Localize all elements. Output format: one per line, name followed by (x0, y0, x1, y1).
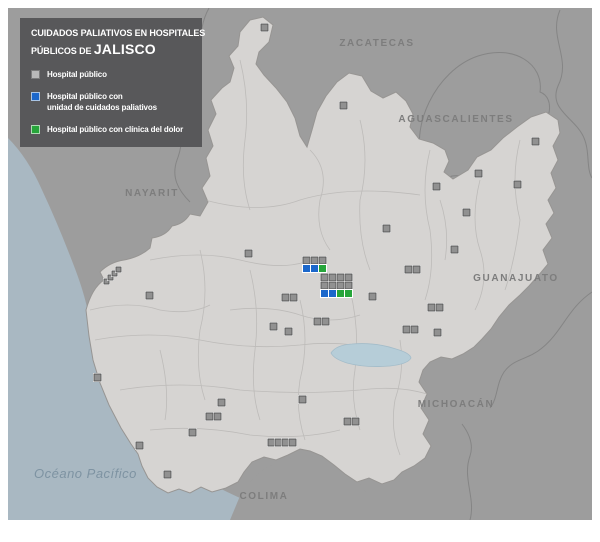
hospital-marker-public (383, 225, 390, 232)
legend-item-pain-clinic-label: Hospital público con clínica del dolor (47, 124, 183, 136)
hospital-marker-public (289, 439, 296, 446)
hospital-marker-public (282, 294, 289, 301)
hospital-marker-public (322, 318, 329, 325)
hospital-marker-pain-clinic (319, 265, 326, 272)
map-title-line1: CUIDADOS PALIATIVOS EN HOSPITALES (31, 28, 205, 38)
state-label-colima: COLIMA (239, 491, 288, 502)
hospital-marker-public (514, 181, 521, 188)
hospital-marker-public (282, 439, 289, 446)
hospital-marker-public (245, 250, 252, 257)
hospital-marker-pain-clinic (337, 290, 344, 297)
hospital-marker-public (433, 183, 440, 190)
hospital-marker-public (136, 442, 143, 449)
legend-item-palliative-label: Hospital público con unidad de cuidados … (47, 91, 157, 114)
hospital-marker-public (403, 326, 410, 333)
hospital-marker-public (311, 257, 318, 264)
map-title-prefix: PÚBLICOS DE (31, 46, 94, 56)
hospital-marker-public (189, 429, 196, 436)
hospital-marker-public (285, 328, 292, 335)
hospital-marker-public (413, 266, 420, 273)
hospital-marker-public (340, 102, 347, 109)
state-label-nayarit: NAYARIT (125, 188, 179, 199)
hospital-marker-palliative (329, 290, 336, 297)
hospital-marker-public (319, 257, 326, 264)
hospital-marker-public (352, 418, 359, 425)
hospital-marker-public (275, 439, 282, 446)
hospital-marker-public (337, 274, 344, 281)
hospital-marker-public (329, 274, 336, 281)
hospital-marker-public (303, 257, 310, 264)
pain-clinic-swatch-icon (31, 125, 40, 134)
hospital-marker-public (337, 282, 344, 289)
hospital-marker-public (270, 323, 277, 330)
map-infographic: ZACATECAS AGUASCALIENTES NAYARIT GUANAJUATO… (0, 0, 600, 542)
legend-item-public-label: Hospital público (47, 69, 107, 81)
hospital-marker-palliative (311, 265, 318, 272)
state-label-aguascalientes: AGUASCALIENTES (398, 114, 513, 125)
legend-item-public: Hospital público (31, 69, 192, 81)
hospital-marker-public (94, 374, 101, 381)
hospital-marker-public (218, 399, 225, 406)
ocean-label: Océano Pacífico (34, 466, 137, 481)
hospital-marker-public (290, 294, 297, 301)
hospital-marker-public (345, 282, 352, 289)
legend-item-palliative-line2: unidad de cuidados paliativos (47, 103, 157, 112)
legend-item-palliative: Hospital público con unidad de cuidados … (31, 91, 192, 114)
hospital-marker-public (434, 329, 441, 336)
hospital-marker-pain-clinic (345, 290, 352, 297)
hospital-marker-public (463, 209, 470, 216)
map-title-state: JALISCO (94, 41, 156, 57)
hospital-marker-public (405, 266, 412, 273)
hospital-marker-public (451, 246, 458, 253)
hospital-marker-public (532, 138, 539, 145)
hospital-marker-public (344, 418, 351, 425)
state-label-michoacan: MICHOACÁN (418, 397, 495, 410)
hospital-marker-public (428, 304, 435, 311)
state-label-guanajuato: GUANAJUATO (473, 273, 559, 284)
hospital-marker-public (345, 274, 352, 281)
palliative-unit-swatch-icon (31, 92, 40, 101)
public-hospital-swatch-icon (31, 70, 40, 79)
hospital-marker-palliative (303, 265, 310, 272)
hospital-marker-public (206, 413, 213, 420)
hospital-marker-public (411, 326, 418, 333)
legend-item-pain-clinic: Hospital público con clínica del dolor (31, 124, 192, 136)
map-title: CUIDADOS PALIATIVOS EN HOSPITALES PÚBLIC… (31, 27, 192, 59)
hospital-marker-public (146, 292, 153, 299)
hospital-marker-public (299, 396, 306, 403)
hospital-marker-public (436, 304, 443, 311)
hospital-marker-public (369, 293, 376, 300)
hospital-marker-public (214, 413, 221, 420)
hospital-marker-public (475, 170, 482, 177)
hospital-marker-public (314, 318, 321, 325)
hospital-marker-public (268, 439, 275, 446)
hospital-marker-public (261, 24, 268, 31)
hospital-marker-public (164, 471, 171, 478)
hospital-marker-public (321, 274, 328, 281)
hospital-marker-public (321, 282, 328, 289)
legend-item-palliative-line1: Hospital público con (47, 92, 123, 101)
hospital-marker-public (329, 282, 336, 289)
hospital-marker-public (116, 267, 121, 272)
legend-panel: CUIDADOS PALIATIVOS EN HOSPITALES PÚBLIC… (20, 18, 202, 147)
hospital-marker-palliative (321, 290, 328, 297)
state-label-zacatecas: ZACATECAS (339, 38, 414, 49)
